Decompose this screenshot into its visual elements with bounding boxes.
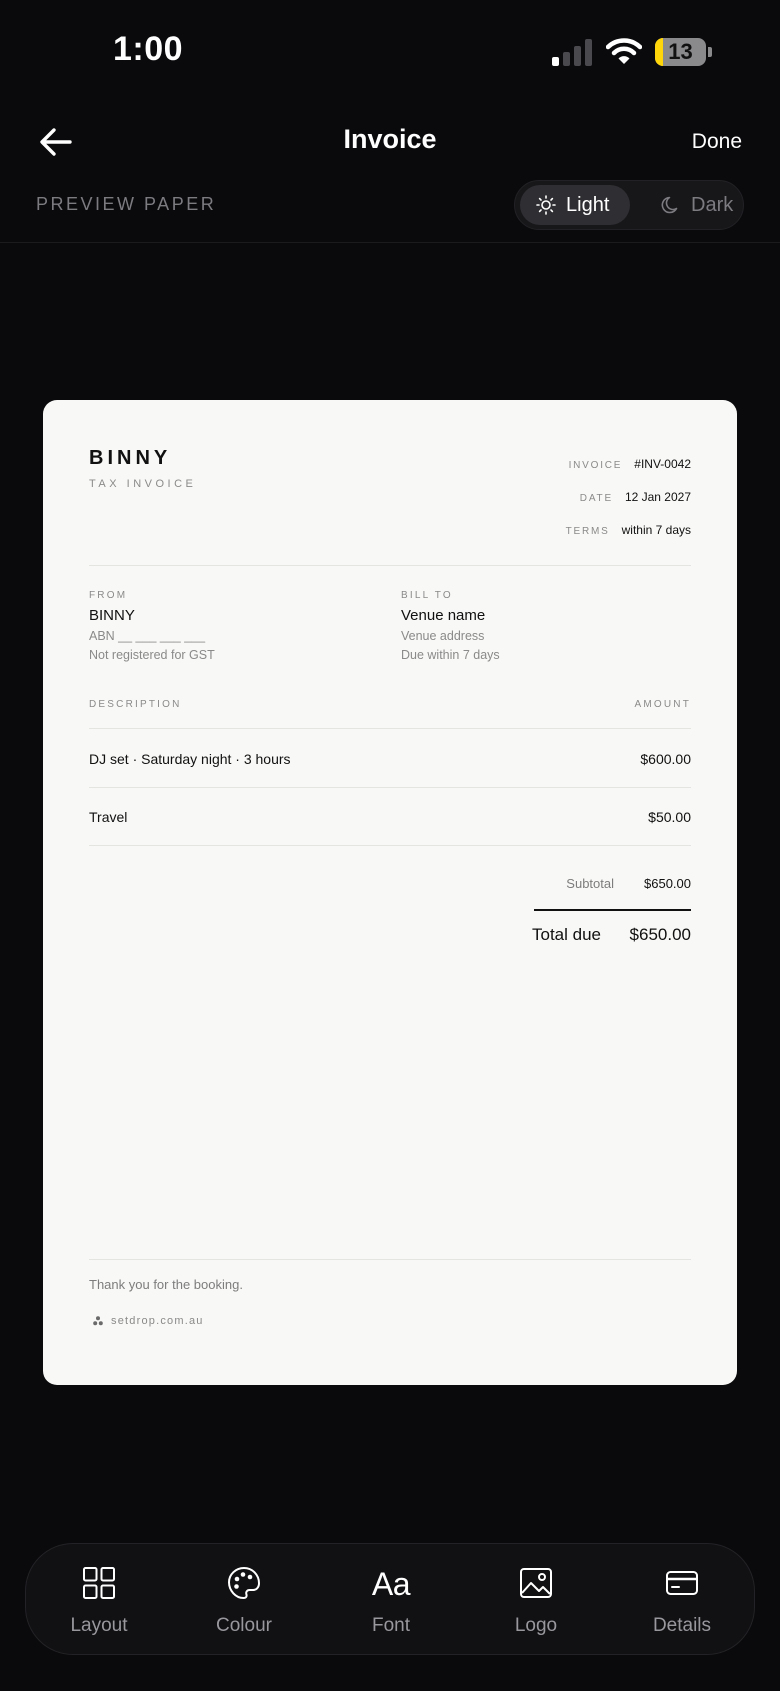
footer-url: setdrop.com.au [111,1315,204,1327]
light-label: Light [566,193,610,216]
from-gst: Not registered for GST [89,648,215,662]
invoice-number-row: INVOICE #INV-0042 [569,457,691,471]
divider [89,787,691,788]
card-icon [666,1571,698,1595]
thank-you-note: Thank you for the booking. [89,1277,243,1292]
details-label: Details [652,1615,712,1636]
header-divider [0,242,780,243]
moon-icon [661,196,678,214]
footer-brand: setdrop.com.au [93,1315,204,1327]
subtotal-label: Subtotal [566,876,614,891]
invoice-brand: BINNY [89,447,172,469]
image-icon [520,1568,552,1598]
layout-tool-button[interactable]: Layout [39,1544,159,1656]
from-label: FROM [89,590,128,601]
divider [89,1259,691,1260]
amount-header: AMOUNT [634,699,691,710]
meta-value: within 7 days [621,523,691,537]
status-bar: 1:00 13 [0,0,780,100]
brand-dots-icon [93,1316,103,1326]
invoice-screen: 1:00 13 Invoice Done PREVIEW PAPER Light… [0,0,780,1691]
dark-mode-option[interactable]: Dark [645,185,741,225]
colour-tool-button[interactable]: Colour [184,1544,304,1656]
bill-to-due: Due within 7 days [401,648,500,662]
colour-label: Colour [216,1615,272,1636]
logo-label: Logo [514,1615,558,1636]
cellular-signal-icon [552,38,594,66]
bill-to-address: Venue address [401,629,485,643]
battery-icon: 13 [655,38,712,66]
meta-key: DATE [579,493,613,504]
total-divider [534,909,691,911]
font-tool-button[interactable]: Aa Font [331,1544,451,1656]
subtotal-value: $650.00 [644,876,691,891]
meta-key: TERMS [565,526,610,537]
invoice-subtitle: TAX INVOICE [89,478,197,490]
theme-toggle: Light Dark [514,180,744,230]
done-button[interactable]: Done [692,130,742,154]
total-value: $650.00 [629,925,691,944]
light-mode-option[interactable]: Light [520,185,630,225]
wifi-icon [606,38,642,64]
sun-icon [536,195,556,215]
line-item-amount: $600.00 [640,751,691,767]
bottom-toolbar: Layout Colour Aa Font Logo Details [25,1543,755,1655]
battery-level: 13 [668,39,693,64]
meta-value: #INV-0042 [634,457,691,471]
details-tool-button[interactable]: Details [622,1544,742,1656]
description-header: DESCRIPTION [89,699,182,710]
preview-paper-label: PREVIEW PAPER [36,194,217,214]
divider [89,565,691,566]
line-item-description: Travel [89,809,128,825]
dark-label: Dark [691,193,734,216]
line-item-amount: $50.00 [648,809,691,825]
palette-icon [227,1566,261,1600]
bill-to-label: BILL TO [401,590,453,601]
divider [89,845,691,846]
layout-label: Layout [70,1615,128,1636]
bill-to-name: Venue name [401,607,486,624]
meta-value: 12 Jan 2027 [624,490,691,504]
status-time: 1:00 [113,30,184,68]
total-label: Total due [532,925,601,944]
meta-key: INVOICE [568,460,623,471]
invoice-date-row: DATE 12 Jan 2027 [580,490,691,504]
page-title: Invoice [343,124,437,154]
invoice-paper: BINNY TAX INVOICE INVOICE #INV-0042 DATE 1… [43,400,737,1385]
from-name: BINNY [89,607,135,624]
line-item-description: DJ set · Saturday night · 3 hours [89,751,291,767]
from-abn: ABN __ ___ ___ ___ [89,629,206,643]
invoice-terms-row: TERMS within 7 days [566,523,691,537]
divider [89,728,691,729]
font-icon: Aa [371,1566,411,1602]
layout-grid-icon [83,1567,115,1599]
font-label: Font [371,1615,411,1636]
logo-tool-button[interactable]: Logo [476,1544,596,1656]
